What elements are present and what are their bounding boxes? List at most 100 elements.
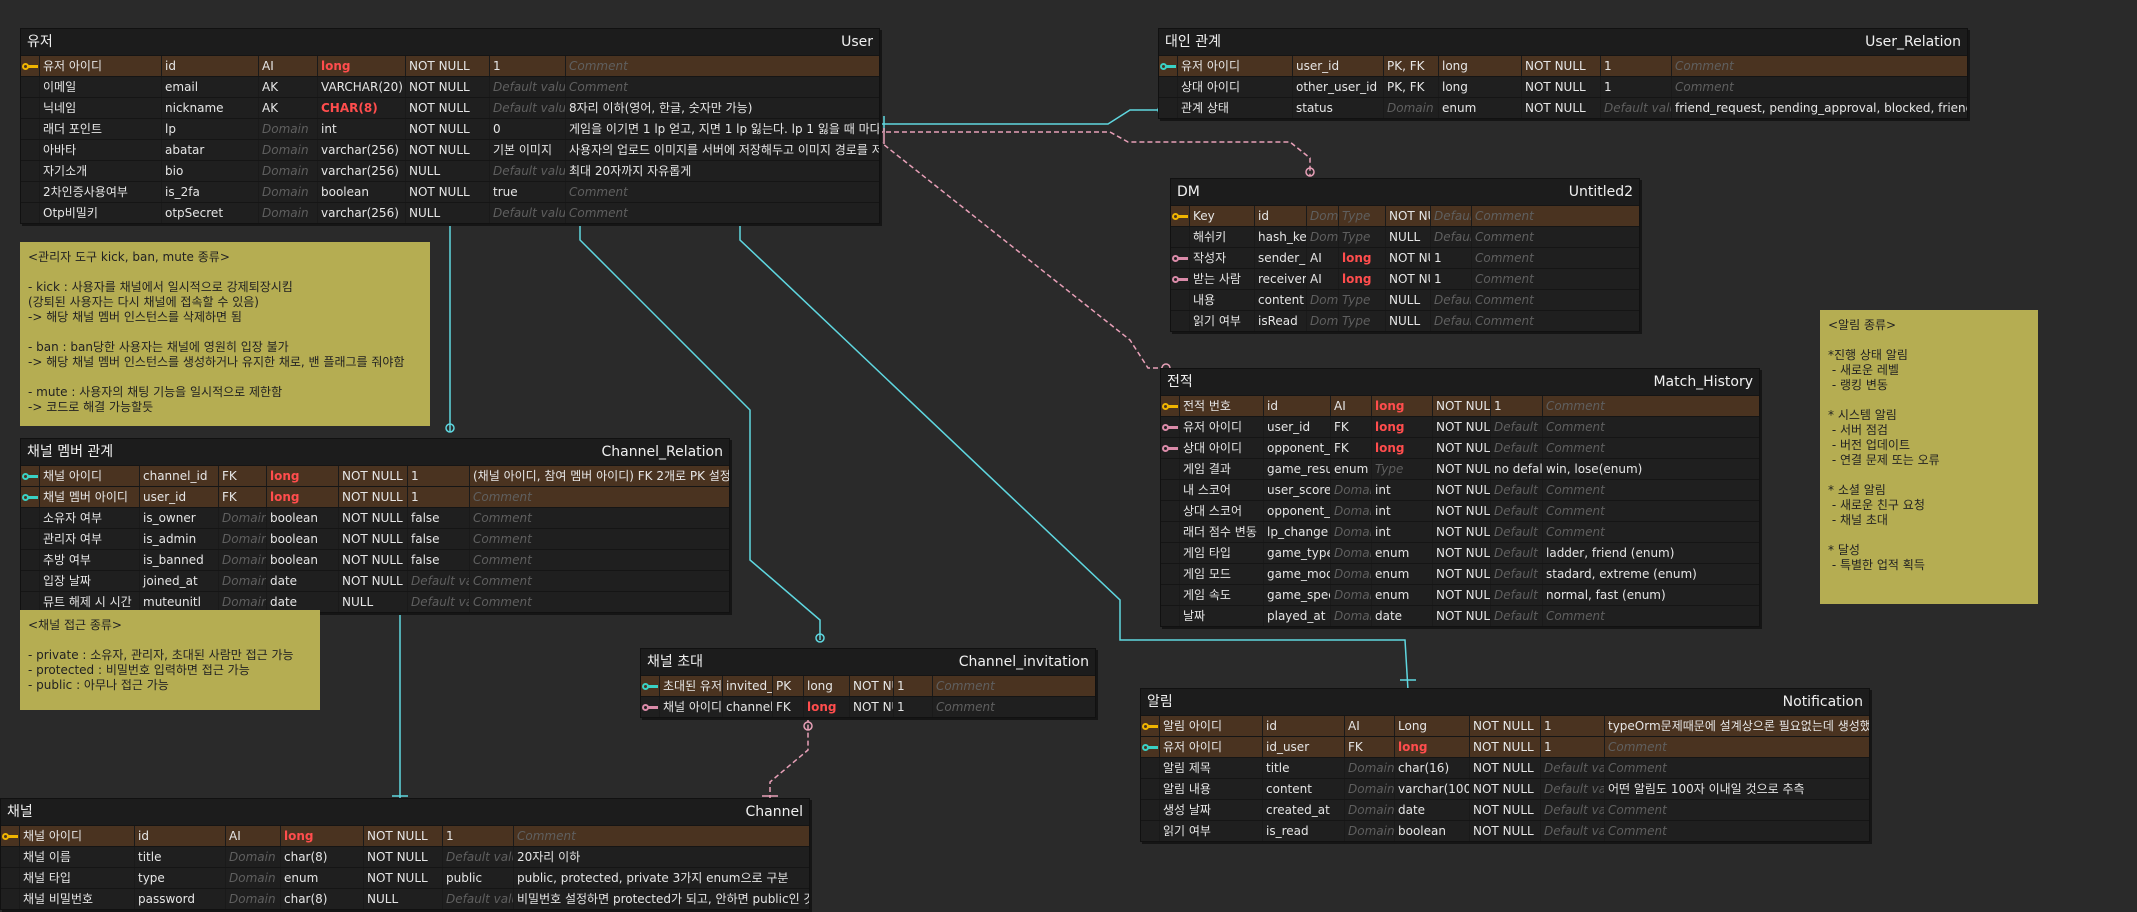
- table-row[interactable]: Otp비밀키 otpSecret Domain varchar(256) NULL Def…: [21, 202, 879, 223]
- table-row[interactable]: 입장 날짜 joined_at Domain date NOT NULL Default …: [21, 570, 729, 591]
- table-row[interactable]: 관계 상태 status Domain enum NOT NULL Default val…: [1159, 97, 1967, 118]
- field-default: Default value: [1600, 98, 1671, 118]
- table-row[interactable]: 래더 점수 변동lp_changeDomainintNOT NULLDefaul…: [1161, 521, 1759, 542]
- table-row[interactable]: 전적 번호idAIlongNOT NULL1Comment: [1161, 395, 1759, 416]
- field-key-type: FK: [772, 697, 803, 717]
- table-row[interactable]: 작성자sender_idAIlongNOT NULL1Comment: [1171, 247, 1639, 268]
- entity-header[interactable]: 채널 초대 Channel_invitation: [641, 649, 1095, 675]
- entity-user-relation[interactable]: 대인 관계 User_Relation 유저 아이디 user_id PK, FK lon…: [1158, 28, 1968, 119]
- table-row[interactable]: 알림 내용 content Domain varchar(100) NOT NULL De…: [1141, 778, 1869, 799]
- field-nullable: NOT NULL: [1432, 417, 1490, 437]
- table-row[interactable]: 아바타 abatar Domain varchar(256) NOT NULL 기본 이미…: [21, 139, 879, 160]
- table-row[interactable]: 상대 아이디 other_user_id PK, FK long NOT NULL 1 Co…: [1159, 76, 1967, 97]
- entity-header[interactable]: 대인 관계 User_Relation: [1159, 29, 1967, 55]
- field-data-type: enum: [1371, 585, 1432, 605]
- field-nullable: NOT NULL: [849, 697, 893, 717]
- blank-icon-cell: [1, 889, 19, 909]
- entity-channel[interactable]: 채널 Channel 채널 아이디 id AI long NOT NULL 1 Comment 채…: [0, 798, 810, 910]
- field-default: Default value: [1540, 758, 1604, 778]
- entity-channel-invitation[interactable]: 채널 초대 Channel_invitation 초대된 유저 아이디invited…: [640, 648, 1096, 718]
- table-row[interactable]: 게임 모드game_modeDomainenumNOT NULLDefault …: [1161, 563, 1759, 584]
- entity-header[interactable]: 채널 멤버 관계 Channel_Relation: [21, 439, 729, 465]
- entity-header[interactable]: 전적 Match_History: [1161, 369, 1759, 395]
- field-default: Default value: [407, 571, 469, 591]
- blank-icon-cell: [1171, 227, 1189, 247]
- table-row[interactable]: 내용contentDomainTypeNULLDefault valueComm…: [1171, 289, 1639, 310]
- field-data-type: Type: [1371, 459, 1432, 479]
- note-line: - 새로운 레벨: [1828, 363, 1899, 377]
- table-row[interactable]: 채널 아이디channel_idFKlongNOT NULL1Comment: [641, 696, 1095, 717]
- table-row[interactable]: 채널 멤버 아이디 user_id FK long NOT NULL 1 Comment: [21, 486, 729, 507]
- table-row[interactable]: 읽기 여부isReadDomainTypeNULLDefault valueCo…: [1171, 310, 1639, 331]
- entity-notification[interactable]: 알림 Notification 알림 아이디 id AI Long NOT NULL 1 typ…: [1140, 688, 1870, 842]
- table-row[interactable]: 닉네임nicknameAKCHAR(8)NOT NULLDefault valu…: [21, 97, 879, 118]
- field-column: title: [134, 847, 225, 867]
- entity-header[interactable]: 채널 Channel: [1, 799, 809, 825]
- field-label: 읽기 여부: [1189, 311, 1254, 331]
- table-row[interactable]: 추방 여부 is_banned Domain boolean NOT NULL false…: [21, 549, 729, 570]
- table-row[interactable]: 초대된 유저 아이디invited_user_idPKlongNOT NULL1…: [641, 675, 1095, 696]
- table-row[interactable]: 채널 아이디 id AI long NOT NULL 1 Comment: [1, 825, 809, 846]
- field-label: 전적 번호: [1179, 396, 1263, 416]
- table-row[interactable]: 래더 포인트 lp Domain int NOT NULL 0 게임을 이기면 1 lp 얻…: [21, 118, 879, 139]
- entity-name: Channel: [745, 804, 803, 820]
- field-default: 1: [1430, 269, 1471, 289]
- table-row[interactable]: 게임 결과game_resultenumTypeNOT NULLno defal…: [1161, 458, 1759, 479]
- table-row[interactable]: KeyidDomainTypeNOT NULLDefault valueComm…: [1171, 205, 1639, 226]
- blank-icon-cell: [21, 203, 39, 223]
- table-row[interactable]: 이메일 email AK VARCHAR(20) NOT NULL Default val…: [21, 76, 879, 97]
- table-row[interactable]: 채널 이름 title Domain char(8) NOT NULL Default v…: [1, 846, 809, 867]
- table-row[interactable]: 유저 아이디 user_id PK, FK long NOT NULL 1 Comment: [1159, 55, 1967, 76]
- field-column: game_type: [1263, 543, 1330, 563]
- field-key-type: Domain: [218, 571, 266, 591]
- entity-channel-relation[interactable]: 채널 멤버 관계 Channel_Relation 채널 아이디 channel_id…: [20, 438, 730, 613]
- table-row[interactable]: 뮤트 해제 시 시간 muteunitl Domain date NULL Default…: [21, 591, 729, 612]
- field-column: status: [1292, 98, 1383, 118]
- note-line: - 연결 문제 또는 오류: [1828, 453, 1940, 467]
- field-nullable: NULL: [363, 889, 442, 909]
- table-row[interactable]: 관리자 여부 is_admin Domain boolean NOT NULL false…: [21, 528, 729, 549]
- table-row[interactable]: 게임 속도game_speedDomainenumNOT NULLDefault…: [1161, 584, 1759, 605]
- blank-icon-cell: [21, 77, 39, 97]
- table-row[interactable]: 상대 스코어opponent_scoreDomainintNOT NULLDef…: [1161, 500, 1759, 521]
- note-line: <알림 종류>: [1828, 318, 1897, 332]
- table-row[interactable]: 유저 아이디user_idFKlongNOT NULLDefault value…: [1161, 416, 1759, 437]
- table-row[interactable]: 받는 사람receiver_idAIlongNOT NULL1Comment: [1171, 268, 1639, 289]
- field-column: game_result: [1263, 459, 1330, 479]
- table-row[interactable]: 내 스코어user_scoreDomainintNOT NULLDefault …: [1161, 479, 1759, 500]
- table-row[interactable]: 유저 아이디 id_user FK long NOT NULL 1 Comment: [1141, 736, 1869, 757]
- table-row[interactable]: 알림 아이디 id AI Long NOT NULL 1 typeOrm문제때문에 설계상으…: [1141, 715, 1869, 736]
- table-row[interactable]: 채널 타입 type Domain enum NOT NULL public public,…: [1, 867, 809, 888]
- field-data-type: boolean: [266, 550, 338, 570]
- table-row[interactable]: 소유자 여부 is_owner Domain boolean NOT NULL false…: [21, 507, 729, 528]
- note-channel-access: <채널 접근 종류> - private : 소유자, 관리자, 초대된 사람만 …: [20, 610, 320, 710]
- entity-title: 채널 멤버 관계: [27, 444, 114, 460]
- field-comment: Comment: [932, 676, 1095, 696]
- table-row[interactable]: 읽기 여부 is_read Domain boolean NOT NULL Default…: [1141, 820, 1869, 841]
- entity-user[interactable]: 유저 User 유저 아이디 id AI long NOT NULL 1 Comment 이메일 e…: [20, 28, 880, 224]
- field-comment: stadard, extreme (enum): [1542, 564, 1759, 584]
- field-data-type: long: [266, 487, 338, 507]
- table-row[interactable]: 자기소개 bio Domain varchar(256) NULL Default val…: [21, 160, 879, 181]
- field-key-type: FK: [218, 487, 266, 507]
- field-key-type: Domain: [1330, 480, 1371, 500]
- table-row[interactable]: 해쉬키hash_keyDomainTypeNULLDefault valueCo…: [1171, 226, 1639, 247]
- entity-match-history[interactable]: 전적Match_History전적 번호idAIlongNOT NULL1Com…: [1160, 368, 1760, 627]
- table-row[interactable]: 유저 아이디 id AI long NOT NULL 1 Comment: [21, 55, 879, 76]
- table-row[interactable]: 알림 제목 title Domain char(16) NOT NULL Default …: [1141, 757, 1869, 778]
- table-row[interactable]: 생성 날짜 created_at Domain date NOT NULL Default…: [1141, 799, 1869, 820]
- entity-header[interactable]: 알림 Notification: [1141, 689, 1869, 715]
- entity-dm[interactable]: DMUntitled2KeyidDomainTypeNOT NULLDefaul…: [1170, 178, 1640, 332]
- table-row[interactable]: 게임 타입game_typeDomainenumNOT NULLDefault …: [1161, 542, 1759, 563]
- field-nullable: NOT NULL: [363, 847, 442, 867]
- table-row[interactable]: 채널 비밀번호 password Domain char(8) NULL Default …: [1, 888, 809, 909]
- field-label: 관계 상태: [1177, 98, 1292, 118]
- entity-header[interactable]: DM Untitled2: [1171, 179, 1639, 205]
- table-row[interactable]: 날짜played_atDomaindateNOT NULLDefault val…: [1161, 605, 1759, 626]
- table-row[interactable]: 상대 아이디opponent_idFKlongNOT NULLDefault v…: [1161, 437, 1759, 458]
- entity-header[interactable]: 유저 User: [21, 29, 879, 55]
- table-row[interactable]: 채널 아이디 channel_id FK long NOT NULL 1 (채널 아이디, …: [21, 465, 729, 486]
- field-label: 상대 스코어: [1179, 501, 1263, 521]
- table-row[interactable]: 2차인증사용여부 is_2fa Domain boolean NOT NULL true C…: [21, 181, 879, 202]
- note-line: <채널 접근 종류>: [28, 618, 122, 632]
